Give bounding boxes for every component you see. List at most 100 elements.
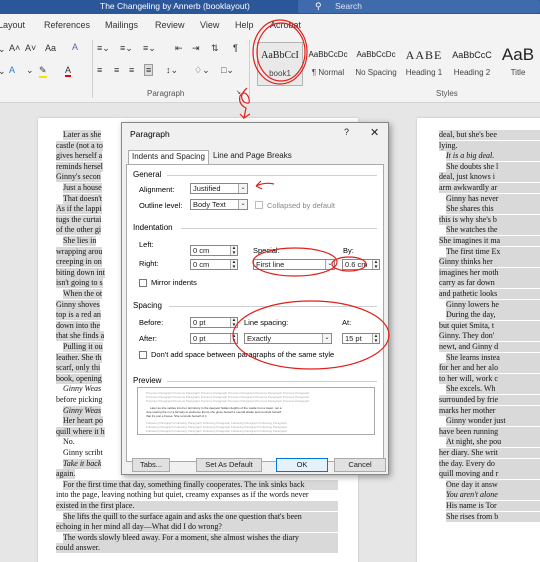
grow-font-button[interactable]: A˄ (9, 43, 20, 53)
decrease-indent-icon[interactable]: ⇤ (175, 43, 183, 54)
text-effects-dropdown-icon[interactable]: ⌄ (26, 65, 34, 76)
document-text-line: At night, she pou (446, 437, 540, 448)
line-spacing-dropdown[interactable]: Exactly ⌄ (244, 333, 332, 344)
style-book1[interactable]: AaBbCcI book1 (257, 42, 303, 86)
font-color-button[interactable]: A (65, 65, 72, 77)
sort-icon[interactable]: ⇅ (211, 43, 219, 54)
tab-line-and-page-breaks[interactable]: Line and Page Breaks (210, 150, 295, 164)
search-box[interactable]: ⚲ Search (298, 0, 540, 13)
style-normal[interactable]: AaBbCcDc ¶ Normal (305, 42, 351, 86)
help-button[interactable]: ? (344, 127, 349, 137)
document-page-right[interactable]: deal, but she's bee lying. It is a big dea… (417, 118, 540, 562)
increase-indent-icon[interactable]: ⇥ (192, 43, 200, 54)
spinner-icon[interactable]: ▲ ▼ (230, 245, 237, 255)
after-label: After: (139, 334, 157, 343)
document-text-line: top is a red an (56, 310, 101, 321)
outline-level-dropdown[interactable]: Body Text ⌄ (190, 199, 248, 210)
shading-icon[interactable]: ♢⌄ (194, 65, 210, 76)
multilevel-list-icon[interactable]: ≡⌄ (143, 43, 156, 54)
tab-review[interactable]: Review (155, 20, 185, 30)
preview-box: Previous Paragraph Previous Paragraph Pr… (137, 387, 375, 435)
document-text-line: this is why she's b (439, 214, 540, 225)
spinner-icon[interactable]: ▲ ▼ (230, 259, 237, 269)
paragraph-launcher-icon[interactable]: ↘ (236, 89, 241, 96)
ribbon: ⌄ A˄ A˅ Aa A ⌄ A ⌄ ✎ A ≡⌄ ≡⌄ ≡⌄ ⇤ ⇥ ⇅ ¶ … (0, 36, 540, 103)
alignment-dropdown[interactable]: Justified ⌄ (190, 183, 248, 194)
font-dropdown[interactable]: ⌄ (0, 66, 6, 77)
document-text-line: Ginny wonder just (446, 416, 540, 427)
justify-icon[interactable]: ≡ (144, 64, 154, 76)
document-text-line: of the other gi (56, 225, 102, 236)
spinner-icon[interactable]: ▲ ▼ (372, 259, 379, 269)
document-text-line: The words slowly bleed away. For a momen… (63, 532, 338, 543)
style-heading-1[interactable]: AABE Heading 1 (401, 42, 447, 86)
document-text-line: That doesn't (63, 193, 102, 204)
spinner-icon[interactable]: ▲ ▼ (230, 333, 237, 343)
document-text-line: that she finds a (56, 331, 105, 342)
document-text-line: She lifts the quill to the surface again… (63, 511, 338, 522)
document-text-line: scarf, only thi (56, 363, 101, 374)
style-no-spacing[interactable]: AaBbCcDc No Spacing (353, 42, 399, 86)
special-indent-dropdown[interactable]: First line ⌄ (253, 259, 335, 270)
numbering-icon[interactable]: ≡⌄ (120, 43, 133, 54)
dont-add-space-checkbox[interactable] (139, 351, 147, 359)
tab-references[interactable]: References (44, 20, 90, 30)
set-as-default-button[interactable]: Set As Default (196, 458, 262, 472)
before-input[interactable]: 0 pt ▲ ▼ (190, 317, 238, 328)
bullets-icon[interactable]: ≡⌄ (97, 43, 110, 54)
close-icon[interactable]: ✕ (370, 126, 379, 139)
document-text-line: lying. (439, 140, 540, 151)
tab-layout[interactable]: Layout (0, 20, 25, 30)
font-size-dropdown[interactable]: ⌄ (0, 44, 6, 55)
tab-mailings[interactable]: Mailings (105, 20, 138, 30)
spinner-icon[interactable]: ▲ ▼ (372, 333, 379, 343)
document-text-line: For the first time that day, something f… (63, 479, 338, 490)
tabs-button[interactable]: Tabs... (132, 458, 170, 472)
spinner-icon[interactable]: ▲ ▼ (230, 317, 237, 327)
document-text-line: her diary. She writ (439, 448, 540, 458)
left-indent-input[interactable]: 0 cm ▲ ▼ (190, 245, 238, 256)
tab-help[interactable]: Help (235, 20, 254, 30)
document-text-line: She watches the (446, 225, 540, 236)
document-text-line: The first time Ex (446, 246, 540, 257)
highlight-color-button[interactable]: ✎ (39, 65, 47, 78)
pilcrow-icon[interactable]: ¶ (233, 43, 238, 53)
document-title: The Changeling by Annerb (booklayout) (100, 1, 250, 11)
tab-view[interactable]: View (200, 20, 219, 30)
document-text-line: Ginny has never (446, 193, 540, 204)
document-text-line: It is a big deal. (446, 151, 540, 162)
document-text-line: and pathetic looks (439, 289, 540, 299)
before-label: Before: (139, 318, 164, 327)
line-spacing-icon[interactable]: ↕⌄ (166, 65, 178, 76)
clear-formatting-button[interactable]: A (72, 42, 78, 52)
document-text-line: newt, and Ginny d (439, 342, 540, 352)
change-case-button[interactable]: Aa (45, 43, 56, 53)
tab-indents-and-spacing[interactable]: Indents and Spacing (128, 150, 209, 164)
document-text-line: She rises from b (446, 511, 540, 522)
borders-icon[interactable]: □⌄ (221, 65, 234, 76)
at-label: At: (342, 318, 352, 327)
at-input[interactable]: 15 pt ▲ ▼ (342, 333, 380, 344)
document-text-line: biting down int (56, 267, 105, 278)
right-indent-input[interactable]: 0 cm ▲ ▼ (190, 259, 238, 270)
text-effects-button[interactable]: A (9, 65, 15, 75)
style-title[interactable]: AaB Title (495, 42, 540, 86)
shrink-font-button[interactable]: A˅ (25, 43, 36, 53)
by-input[interactable]: 0.6 cm ▲ ▼ (342, 259, 380, 270)
mirror-indents-checkbox[interactable] (139, 279, 147, 287)
document-text-line: arm awkwardly ar (439, 183, 540, 193)
align-right-icon[interactable]: ≡ (129, 65, 134, 75)
section-divider (169, 306, 377, 307)
cancel-button[interactable]: Cancel (334, 458, 386, 472)
collapsed-checkbox[interactable] (255, 201, 263, 209)
tab-acrobat[interactable]: Acrobat (270, 20, 301, 30)
align-center-icon[interactable]: ≡ (114, 65, 119, 75)
ok-button[interactable]: OK (276, 458, 328, 472)
after-input[interactable]: 0 pt ▲ ▼ (190, 333, 238, 344)
document-text-line: Ginny. They don' (439, 331, 540, 342)
document-text-line: Just a house (63, 183, 102, 193)
style-heading-2[interactable]: AaBbCcC Heading 2 (449, 42, 495, 86)
align-left-icon[interactable]: ≡ (97, 65, 102, 75)
section-divider (167, 381, 377, 382)
document-text-line: again. (56, 469, 76, 480)
